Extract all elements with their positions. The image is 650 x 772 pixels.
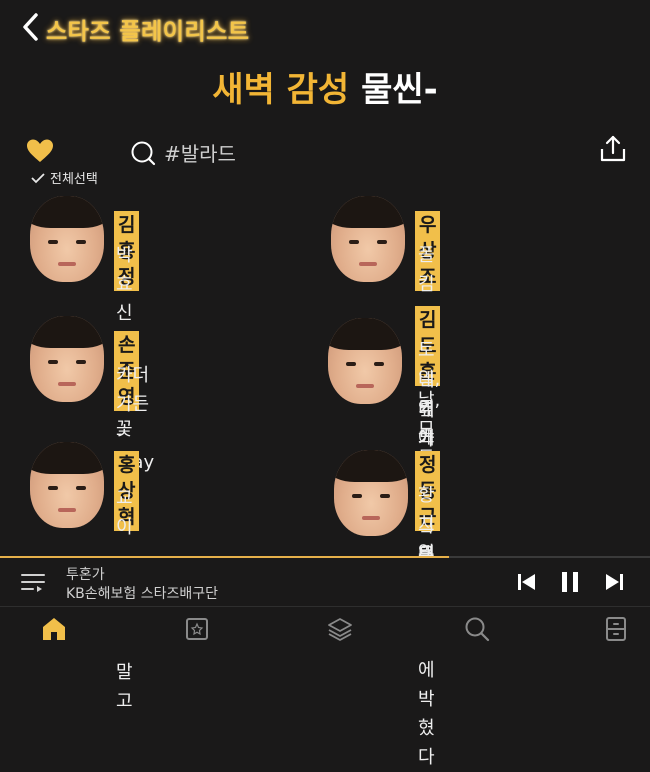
singer-photo <box>328 318 402 404</box>
back-icon[interactable] <box>16 10 46 44</box>
pause-icon[interactable] <box>557 569 583 595</box>
tag-label: #발라드 <box>164 142 236 166</box>
singer-photo <box>334 450 408 536</box>
select-all-label: 전체선택 <box>50 172 98 187</box>
previous-icon[interactable] <box>514 569 540 595</box>
more-icon[interactable] <box>602 615 630 643</box>
page-title: 새벽 감성 물씬- <box>0 62 650 111</box>
search-tab-icon[interactable] <box>463 615 491 643</box>
now-playing-artist: KB손해보험 스타즈배구단 <box>66 586 219 602</box>
check-icon <box>31 172 45 183</box>
home-icon[interactable] <box>40 615 68 643</box>
playlist-icon[interactable] <box>183 615 211 643</box>
singer-photo <box>30 316 104 402</box>
heart-icon[interactable] <box>26 138 54 164</box>
now-playing-title: 투혼가 <box>66 567 105 583</box>
select-all-button[interactable]: 전체선택 <box>30 168 98 187</box>
singer-photo <box>331 196 405 282</box>
next-icon[interactable] <box>601 569 627 595</box>
app-header: 스타즈 플레이리스트 <box>0 0 650 56</box>
layers-icon[interactable] <box>326 615 354 643</box>
singer-photo <box>30 442 104 528</box>
page-title-highlight: 새벽 감성 <box>212 70 350 110</box>
queue-icon[interactable] <box>20 571 46 595</box>
mini-player[interactable]: 투혼가 KB손해보험 스타즈배구단 <box>0 558 650 606</box>
search-icon <box>131 141 156 165</box>
bottom-tab-bar <box>0 606 650 651</box>
share-icon[interactable] <box>598 134 628 164</box>
tag-search[interactable]: #발라드 <box>130 138 236 167</box>
singer-photo <box>30 196 104 282</box>
page-title-rest: 물씬- <box>361 70 438 110</box>
header-title: 스타즈 플레이리스트 <box>46 19 250 45</box>
